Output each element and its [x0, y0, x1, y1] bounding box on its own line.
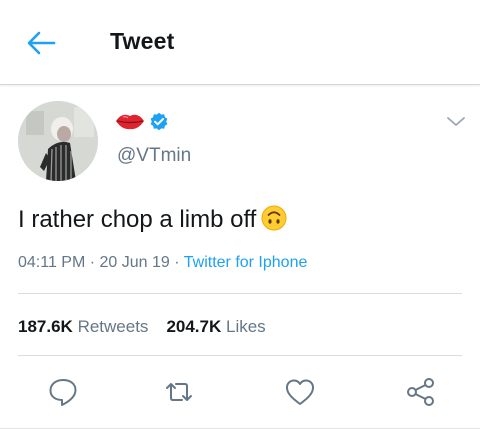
meta-separator: ·: [174, 254, 180, 271]
retweets-stat[interactable]: 187.6K Retweets: [18, 317, 148, 336]
divider: [18, 355, 462, 356]
verified-badge-icon: [149, 112, 169, 132]
likes-count: 204.7K: [166, 317, 222, 336]
tweet-text: I rather chop a limb off: [18, 205, 287, 234]
retweets-count: 187.6K: [18, 317, 73, 336]
divider: [18, 293, 462, 294]
engagement-stats: 187.6K Retweets 204.7K Likes: [18, 317, 266, 337]
meta-separator: ·: [89, 254, 96, 271]
tweet-source-link[interactable]: Twitter for Iphone: [184, 254, 308, 271]
tweet-text-content: I rather chop a limb off: [18, 206, 257, 233]
divider: [0, 428, 480, 429]
top-bar: Tweet: [0, 0, 480, 85]
retweet-icon[interactable]: [162, 375, 196, 409]
likes-stat[interactable]: 204.7K Likes: [166, 317, 265, 336]
like-heart-icon[interactable]: [283, 375, 317, 409]
retweets-label: Retweets: [77, 317, 149, 336]
upside-down-face-emoji-icon: [261, 205, 287, 231]
lips-emoji-icon: [114, 111, 146, 131]
page-title: Tweet: [110, 28, 175, 54]
tweet-meta: 04:11 PM · 20 Jun 19 · Twitter for Iphon…: [18, 254, 307, 272]
tweet-time: 04:11 PM: [18, 254, 86, 271]
tweet-date: 20 Jun 19: [99, 254, 170, 271]
back-arrow-icon[interactable]: [26, 30, 56, 56]
likes-label: Likes: [226, 317, 266, 336]
reply-icon[interactable]: [46, 375, 80, 409]
chevron-down-icon[interactable]: [445, 115, 467, 129]
avatar[interactable]: [18, 101, 98, 181]
user-handle[interactable]: @VTmin: [117, 145, 191, 167]
share-icon[interactable]: [404, 375, 438, 409]
